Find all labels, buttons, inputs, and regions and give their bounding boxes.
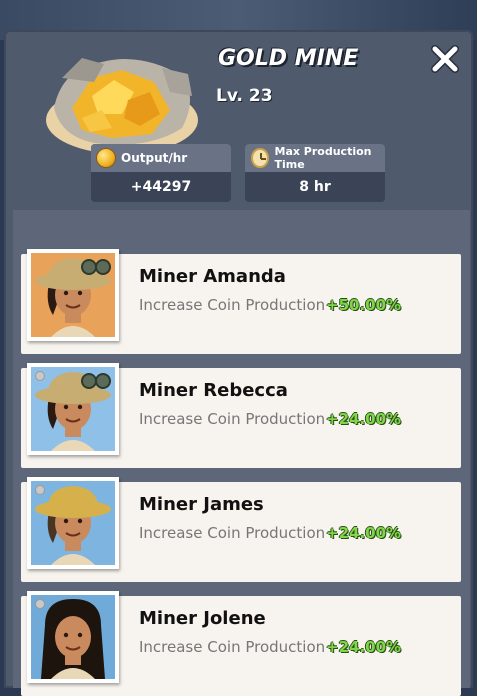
miner-name: Miner Rebecca <box>139 380 288 401</box>
gold-ore-icon <box>46 58 198 154</box>
miner-bonus: +50.00% <box>326 296 402 314</box>
clock-icon <box>251 148 269 168</box>
miner-description: Increase Coin Production <box>139 296 326 314</box>
building-panel: GOLD MINE Lv. 23 Output/hr +44297 Max Pr… <box>4 30 473 696</box>
miner-name: Miner James <box>139 494 264 515</box>
output-value: +44297 <box>130 179 192 195</box>
miner-portrait <box>27 477 119 569</box>
miner-description: Increase Coin Production <box>139 410 326 428</box>
max-production-stat: Max Production Time 8 hr <box>245 144 385 202</box>
max-production-value: 8 hr <box>299 179 331 195</box>
miner-portrait <box>27 591 119 683</box>
miner-face-icon <box>31 595 115 679</box>
max-production-label: Max Production Time <box>274 145 372 171</box>
pin-icon <box>35 599 45 609</box>
miner-bonus: +24.00% <box>326 524 402 542</box>
miner-bonus: +24.00% <box>326 410 402 428</box>
miner-portrait <box>27 249 119 341</box>
miner-portrait <box>27 363 119 455</box>
close-button[interactable] <box>430 44 460 74</box>
miner-bonus: +24.00% <box>326 638 402 656</box>
miner-face-icon <box>31 253 115 337</box>
coin-icon <box>97 149 115 167</box>
miner-card[interactable]: Miner Rebecca Increase Coin Production +… <box>21 363 461 468</box>
output-stat: Output/hr +44297 <box>91 144 231 202</box>
building-title: GOLD MINE <box>218 46 359 71</box>
miner-name: Miner Amanda <box>139 266 286 287</box>
pin-icon <box>35 485 45 495</box>
miner-card[interactable]: Miner Amanda Increase Coin Production +5… <box>21 249 461 354</box>
miner-face-icon <box>31 481 115 565</box>
miner-list: Miner Amanda Increase Coin Production +5… <box>13 210 470 696</box>
output-label: Output/hr <box>121 151 188 165</box>
miner-card[interactable]: Miner Jolene Increase Coin Production +2… <box>21 591 461 696</box>
miner-description: Increase Coin Production <box>139 638 326 656</box>
miner-card[interactable]: Miner James Increase Coin Production +24… <box>21 477 461 582</box>
miner-face-icon <box>31 367 115 451</box>
pin-icon <box>35 371 45 381</box>
miner-name: Miner Jolene <box>139 608 266 629</box>
building-level: Lv. 23 <box>216 86 273 106</box>
miner-description: Increase Coin Production <box>139 524 326 542</box>
